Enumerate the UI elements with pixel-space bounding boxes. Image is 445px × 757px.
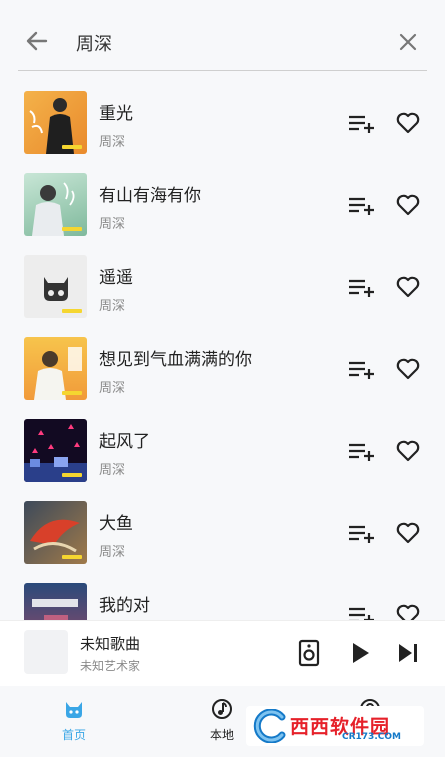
album-cover <box>24 583 87 620</box>
song-artist: 周深 <box>99 463 126 478</box>
heart-outline-icon[interactable] <box>395 603 421 620</box>
nav-item-home[interactable]: 首页 <box>44 698 104 748</box>
album-cover <box>24 501 87 564</box>
song-row[interactable]: 大鱼 周深 <box>0 482 445 564</box>
add-to-playlist-icon[interactable] <box>348 606 376 620</box>
album-cover <box>24 255 87 318</box>
watermark-subtext: CR173.COM <box>342 732 401 742</box>
song-title: 重光 <box>99 104 133 124</box>
search-input[interactable]: 周深 <box>76 30 112 56</box>
music-note-icon <box>212 699 232 719</box>
search-results-list[interactable]: 重光 周深 有山有海有你 周深 遥遥 周深 想见到气血满满的你 周深 起风了 周… <box>0 72 445 620</box>
add-to-playlist-icon[interactable] <box>348 442 376 462</box>
header-divider <box>18 70 427 71</box>
song-row[interactable]: 重光 周深 <box>0 72 445 154</box>
song-artist: 周深 <box>99 299 126 314</box>
song-artist: 周深 <box>99 381 126 396</box>
heart-outline-icon[interactable] <box>395 439 421 463</box>
song-title: 起风了 <box>99 432 150 452</box>
watermark-c-logo-icon <box>253 709 286 743</box>
add-to-playlist-icon[interactable] <box>348 278 376 298</box>
close-icon[interactable] <box>396 30 420 54</box>
heart-outline-icon[interactable] <box>395 357 421 381</box>
song-row[interactable]: 起风了 周深 <box>0 400 445 482</box>
add-to-playlist-icon[interactable] <box>348 196 376 216</box>
song-row[interactable]: 我的对 周深 <box>0 564 445 620</box>
add-to-playlist-icon[interactable] <box>348 114 376 134</box>
song-artist: 周深 <box>99 545 126 560</box>
heart-outline-icon[interactable] <box>395 111 421 135</box>
song-row[interactable]: 遥遥 周深 <box>0 236 445 318</box>
back-arrow-icon[interactable] <box>24 28 50 54</box>
heart-outline-icon[interactable] <box>395 521 421 545</box>
song-title: 想见到气血满满的你 <box>99 350 252 370</box>
play-icon[interactable] <box>348 640 372 666</box>
nav-item-local[interactable]: 本地 <box>192 698 252 748</box>
song-row[interactable]: 想见到气血满满的你 周深 <box>0 318 445 400</box>
song-title: 大鱼 <box>99 514 133 534</box>
speaker-icon[interactable] <box>297 639 321 667</box>
player-song-title: 未知歌曲 <box>80 635 141 653</box>
cat-icon <box>66 702 82 718</box>
heart-outline-icon[interactable] <box>395 193 421 217</box>
watermark-logo: 西西软件园 CR173.COM <box>246 706 424 746</box>
player-cover <box>24 630 68 674</box>
add-to-playlist-icon[interactable] <box>348 360 376 380</box>
nav-label: 首页 <box>61 728 86 742</box>
song-artist: 周深 <box>99 135 126 150</box>
player-artist: 未知艺术家 <box>80 659 141 673</box>
skip-next-icon[interactable] <box>396 641 420 665</box>
song-row[interactable]: 有山有海有你 周深 <box>0 154 445 236</box>
song-title: 有山有海有你 <box>99 186 201 206</box>
add-to-playlist-icon[interactable] <box>348 524 376 544</box>
album-cover <box>24 91 87 154</box>
album-art-image <box>32 599 78 620</box>
heart-outline-icon[interactable] <box>395 275 421 299</box>
song-artist: 周深 <box>99 217 126 232</box>
mini-player[interactable]: 未知歌曲 未知艺术家 <box>0 620 445 686</box>
album-cover <box>24 173 87 236</box>
song-title: 我的对 <box>99 596 150 616</box>
album-cover <box>24 419 87 482</box>
album-cover <box>24 337 87 400</box>
nav-label: 本地 <box>209 728 234 742</box>
song-title: 遥遥 <box>99 268 133 288</box>
search-header: 周深 <box>0 0 445 72</box>
